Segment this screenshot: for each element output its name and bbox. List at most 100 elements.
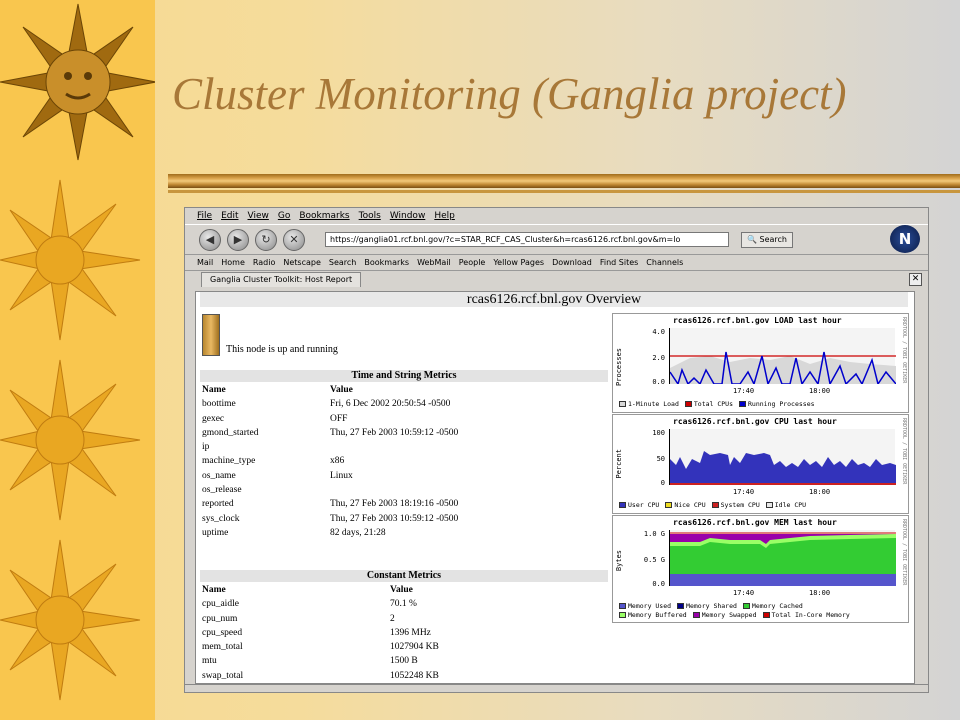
legend-swatch [619,401,626,407]
legend-swatch [692,612,700,618]
metric-value: Thu, 27 Feb 2003 18:19:16 -0500 [330,499,459,510]
menu-bar: File Edit View Go Bookmarks Tools Window… [185,208,928,224]
col-name: Name [202,385,226,395]
metric-name: cpu_speed [202,627,243,638]
bookmark-netscape[interactable]: Netscape [283,258,321,267]
legend-label: 1-Minute Load [628,400,679,408]
legend-swatch [711,502,719,508]
metric-name: boottime [202,399,236,410]
col-value: Value [390,585,413,595]
back-button[interactable]: ◀ [199,228,221,251]
load-plot-svg [669,351,897,387]
cpu-legend: User CPU Nice CPU System CPU Idle CPU [619,501,806,509]
legend-swatch [619,603,626,609]
y-tick: 2.0 [652,354,665,362]
menu-file[interactable]: File [197,211,212,221]
load-legend: 1-Minute Load Total CPUs Running Process… [619,400,815,408]
netscape-logo: N [890,225,920,253]
bookmark-home[interactable]: Home [221,258,245,267]
menu-window[interactable]: Window [390,211,426,221]
menu-help[interactable]: Help [434,211,455,221]
cpu-plot-svg [670,451,896,485]
metric-name: cpu_num [202,613,238,624]
legend-label: Memory Used [628,602,672,610]
bookmark-download[interactable]: Download [552,258,592,267]
bookmark-channels[interactable]: Channels [646,258,683,267]
y-tick: 100 [652,429,665,437]
x-tick: 18:00 [809,589,831,597]
search-button[interactable]: 🔍 Search [741,231,793,248]
metric-value: 1027904 KB [390,642,439,653]
metric-name: ip [202,442,210,453]
close-tab-button[interactable]: ✕ [909,273,922,286]
status-bar [185,684,928,692]
legend-label: Memory Cached [751,602,803,610]
menu-view[interactable]: View [248,211,269,221]
menu-edit[interactable]: Edit [221,211,238,221]
x-tick: 17:40 [733,387,755,395]
bookmark-mail[interactable]: Mail [197,258,213,267]
table-row: sys_clock Thu, 27 Feb 2003 10:59:12 -0500 [202,512,458,526]
table-row: cpu_num 2 [202,612,439,626]
menu-bookmarks[interactable]: Bookmarks [299,211,349,221]
rrdtool-credit: RRDTOOL / TOBI OETIKER [901,519,907,586]
mem-plot-area [669,530,896,586]
search-button-label: Search [759,234,787,244]
legend-label: Total CPUs [693,400,734,408]
sun-ray-icon [0,359,141,521]
url-input[interactable]: https://ganglia01.rcf.bnl.gov/?c=STAR_RC… [325,232,729,247]
table-row: gexec OFF [202,412,458,426]
metric-name: reported [202,499,234,510]
table-row: ip [202,440,458,454]
metric-value: 82 days, 21:28 [330,527,386,538]
menu-tools[interactable]: Tools [359,211,381,221]
reload-button[interactable]: ↻ [255,228,277,251]
load-one-minute-area [670,356,896,384]
bookmark-yellow-pages[interactable]: Yellow Pages [493,258,544,267]
bookmark-find-sites[interactable]: Find Sites [600,258,638,267]
table-row: swap_total 1052248 KB [202,669,439,683]
table-row: os_name Linux [202,469,458,483]
server-icon [202,314,220,356]
bookmark-webmail[interactable]: WebMail [417,258,451,267]
metric-name: os_name [202,470,236,481]
legend-item: Memory Swapped [692,611,757,619]
table-row: os_release [202,483,458,497]
metric-name: os_release [202,485,242,496]
legend-swatch [677,603,685,609]
table-row: mem_total 1027904 KB [202,640,439,654]
stop-button[interactable]: ✕ [283,228,305,251]
x-tick: 17:40 [733,589,755,597]
x-tick: 18:00 [809,387,831,395]
cpu-system-area [670,483,896,485]
bookmark-bookmarks[interactable]: Bookmarks [364,258,409,267]
bookmark-people[interactable]: People [459,258,486,267]
bookmark-search[interactable]: Search [329,258,356,267]
metric-name: uptime [202,527,229,538]
y-tick: 0 [660,479,665,487]
tab-host-report[interactable]: Ganglia Cluster Toolkit: Host Report [201,272,362,287]
table-row: reported Thu, 27 Feb 2003 18:19:16 -0500 [202,497,458,511]
forward-button[interactable]: ▶ [227,228,249,251]
legend-swatch [619,502,626,508]
legend-item: Memory Cached [742,602,803,610]
legend-swatch [742,603,750,609]
legend-item: 1-Minute Load [619,400,679,408]
metric-name: machine_type [202,456,256,467]
sun-ornament-icon [0,3,155,161]
y-tick: 0.0 [652,378,665,386]
bookmark-radio[interactable]: Radio [253,258,275,267]
table-row: cpu_aidle 70.1 % [202,597,439,611]
page-content: rcas6126.rcf.bnl.gov Overview This node … [195,291,915,684]
nav-toolbar: ◀ ▶ ↻ ✕ https://ganglia01.rcf.bnl.gov/?c… [185,224,928,254]
sun-ray-icon [0,539,141,701]
tab-bar: Ganglia Cluster Toolkit: Host Report ✕ [185,270,928,288]
legend-swatch [765,502,773,508]
metric-name: mtu [202,656,217,667]
close-icon: ✕ [289,233,299,246]
mem-legend-row2: Memory Buffered Memory Swapped Total In-… [619,611,850,619]
mem-graph: rcas6126.rcf.bnl.gov MEM last hour Bytes… [612,515,909,623]
table-row: mtu 1500 B [202,654,439,668]
menu-go[interactable]: Go [278,211,290,221]
slide-title: Cluster Monitoring (Ganglia project) [172,69,847,119]
